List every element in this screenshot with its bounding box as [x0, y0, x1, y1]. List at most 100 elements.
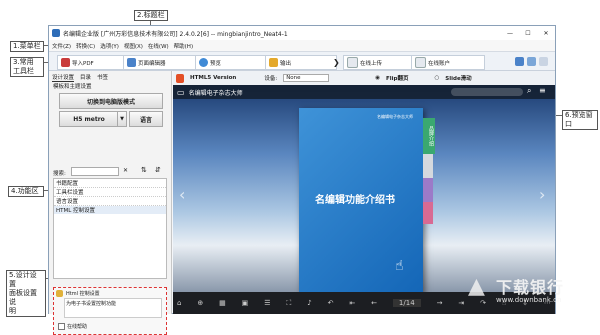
toolbar-arrow: ❯	[333, 58, 340, 67]
slide-radio[interactable]: ○	[434, 75, 439, 81]
book-tab-2[interactable]	[423, 154, 433, 178]
monitor-icon: ▭	[177, 87, 185, 97]
switch-mode-button[interactable]: 切换到电脑版模式	[59, 93, 163, 109]
callout-design-settings: 5.设计设置 面板设置说 明	[6, 270, 46, 317]
watermark-text: 下载银行	[496, 278, 565, 297]
maximize-button[interactable]: ☐	[519, 30, 537, 37]
callout-menu-bar: 1.菜单栏	[10, 41, 44, 52]
page-indicator[interactable]: 1/14	[392, 299, 421, 307]
online-help-checkbox[interactable]: 在线帮助	[58, 323, 87, 330]
info-icon	[56, 290, 63, 297]
help-text: 为电子书设置控制功能	[64, 298, 162, 318]
menu-options[interactable]: 选项(Y)	[100, 42, 119, 50]
menu-view[interactable]: 视图(X)	[124, 42, 143, 50]
fullscreen-icon[interactable]: ⛶	[286, 299, 291, 308]
search-label: 搜索:	[53, 171, 66, 177]
online-help-label: 在线帮助	[67, 324, 88, 330]
menu-help[interactable]: 帮助(H)	[174, 42, 193, 50]
next-page-icon[interactable]: ›	[539, 185, 545, 204]
device-select[interactable]: None	[283, 74, 330, 82]
page-editor-button[interactable]: 页面编辑器	[123, 55, 197, 70]
output-icon	[269, 58, 278, 67]
minimize-button[interactable]: —	[501, 30, 519, 37]
home-icon[interactable]: ⌂	[177, 299, 181, 307]
book-cover[interactable]: 名编辑电子杂志大师 名编辑功能介绍书 ☝	[299, 108, 423, 293]
globe-icon	[199, 58, 208, 67]
search-icon[interactable]: ⌕	[527, 86, 531, 96]
tab-bookmarks[interactable]: 书签	[97, 73, 108, 82]
cloud-upload-icon	[347, 57, 358, 68]
output-button[interactable]: 输出	[265, 55, 337, 70]
layout-grid-icon[interactable]	[515, 57, 524, 66]
clear-search-icon[interactable]: ✕	[123, 167, 128, 174]
menu-online[interactable]: 在线(W)	[148, 42, 169, 50]
import-pdf-button[interactable]: 导入PDF	[57, 55, 127, 70]
close-button[interactable]: ✕	[537, 30, 555, 37]
tree-item-language-settings[interactable]: 语言设置	[54, 197, 166, 206]
layout-list-icon[interactable]	[527, 57, 536, 66]
tree-item-book-config[interactable]: 书籍配置	[54, 179, 166, 188]
first-page-icon[interactable]: ⇤	[349, 299, 355, 307]
zoom-icon[interactable]: ⊕	[197, 299, 203, 307]
layout-panel-icon[interactable]	[539, 57, 548, 66]
cover-brand: 名编辑电子杂志大师	[377, 114, 413, 119]
template-settings-label: 模板和主题设置	[53, 84, 92, 90]
cloud-account-icon	[415, 57, 426, 68]
tab-contents[interactable]: 目录	[80, 73, 91, 82]
book-tab-brand[interactable]: 品牌介绍	[423, 118, 435, 154]
prev-page-icon[interactable]: ‹	[179, 185, 185, 204]
book-search-input[interactable]	[451, 88, 523, 96]
online-account-label: 在线账户	[428, 60, 451, 67]
tab-design-settings[interactable]: 设计设置	[52, 73, 75, 82]
page-editor-label: 页面编辑器	[138, 60, 166, 67]
hand-cursor-icon: ☝	[395, 258, 404, 274]
language-button[interactable]: 语言	[129, 111, 163, 127]
import-pdf-label: 导入PDF	[72, 60, 94, 67]
share-icon[interactable]: ↶	[328, 299, 334, 307]
callout-title-bar: 2.标题栏	[134, 10, 168, 21]
toolbar: 导入PDF 页面编辑器 预览 输出 ❯ 在线上传 在线账户	[49, 51, 555, 71]
page-editor-icon	[127, 58, 136, 67]
menu-file[interactable]: 文件(Z)	[52, 42, 71, 50]
last-page-icon[interactable]: ⇥	[458, 299, 464, 307]
callout-function-area: 4.功能区	[8, 186, 44, 197]
callout-toolbar: 3.常用 工具栏	[10, 57, 44, 77]
function-panel: 设计设置 目录 书签 模板和主题设置 切换到电脑版模式 H5 metro ▼ 语…	[49, 71, 172, 335]
output-label: 输出	[280, 60, 292, 67]
hamburger-menu-icon[interactable]: ≡	[539, 86, 546, 95]
grid-icon[interactable]: ▣	[242, 299, 249, 307]
template-select[interactable]: H5 metro	[59, 111, 119, 127]
watermark-logo-icon: ▲	[468, 274, 485, 299]
sort-asc-icon[interactable]: ⇅	[141, 166, 147, 174]
contents-icon[interactable]: ☰	[264, 299, 270, 307]
preview-button[interactable]: 预览	[195, 55, 269, 70]
callout-preview: 6.预览窗口	[562, 110, 598, 130]
slide-label: Slide滑动	[445, 76, 472, 82]
window-title: 名编辑企业版 [广州万彩信息技术有限公司] 2.4.0.2[6] -- ming…	[63, 30, 288, 38]
upload-button[interactable]: 在线上传	[343, 55, 415, 70]
help-panel: Html 控制设置 为电子书设置控制功能 在线帮助	[53, 287, 167, 335]
preview-label: 预览	[210, 60, 222, 67]
menu-convert[interactable]: 转换(C)	[76, 42, 95, 50]
chevron-down-icon[interactable]: ▼	[117, 111, 127, 127]
search-input[interactable]	[71, 167, 119, 176]
upload-label: 在线上传	[360, 60, 383, 67]
flip-radio[interactable]: ◉	[375, 75, 380, 81]
pdf-icon	[61, 58, 70, 67]
html5-icon	[176, 73, 184, 83]
device-label: 设备:	[264, 76, 278, 82]
previous-icon[interactable]: ←	[371, 299, 377, 307]
title-bar: 名编辑企业版 [广州万彩信息技术有限公司] 2.4.0.2[6] -- ming…	[49, 26, 555, 40]
tree-item-toolbar-settings[interactable]: 工具栏设置	[54, 188, 166, 197]
next-icon[interactable]: →	[437, 299, 443, 307]
book-tab-3[interactable]	[423, 178, 433, 202]
book-tab-4[interactable]	[423, 202, 433, 224]
sound-icon[interactable]: ♪	[307, 299, 311, 307]
menu-bar: 文件(Z) 转换(C) 选项(Y) 视图(X) 在线(W) 帮助(H)	[49, 40, 555, 51]
thumbnails-icon[interactable]: ▦	[219, 299, 226, 307]
sort-desc-icon[interactable]: ⇵	[155, 166, 161, 174]
online-account-button[interactable]: 在线账户	[411, 55, 485, 70]
tree-item-html-control[interactable]: HTML 控制设置	[54, 206, 166, 214]
settings-tree: 书籍配置 工具栏设置 语言设置 HTML 控制设置	[53, 178, 167, 279]
app-window: 名编辑企业版 [广州万彩信息技术有限公司] 2.4.0.2[6] -- ming…	[48, 25, 556, 335]
